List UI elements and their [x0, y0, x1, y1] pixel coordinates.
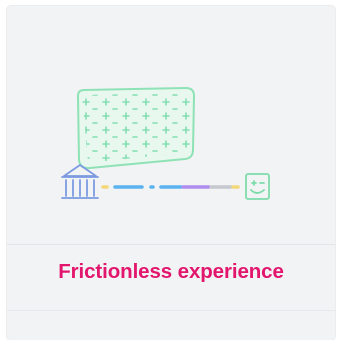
bank-icon: [61, 164, 99, 199]
card-divider: [7, 244, 335, 245]
grid-card-icon: [76, 86, 196, 170]
card-bottom-divider: [7, 310, 335, 311]
frictionless-illustration: [61, 86, 270, 200]
feature-title: Frictionless experience: [58, 260, 284, 283]
smiley-face-icon: [245, 173, 270, 200]
